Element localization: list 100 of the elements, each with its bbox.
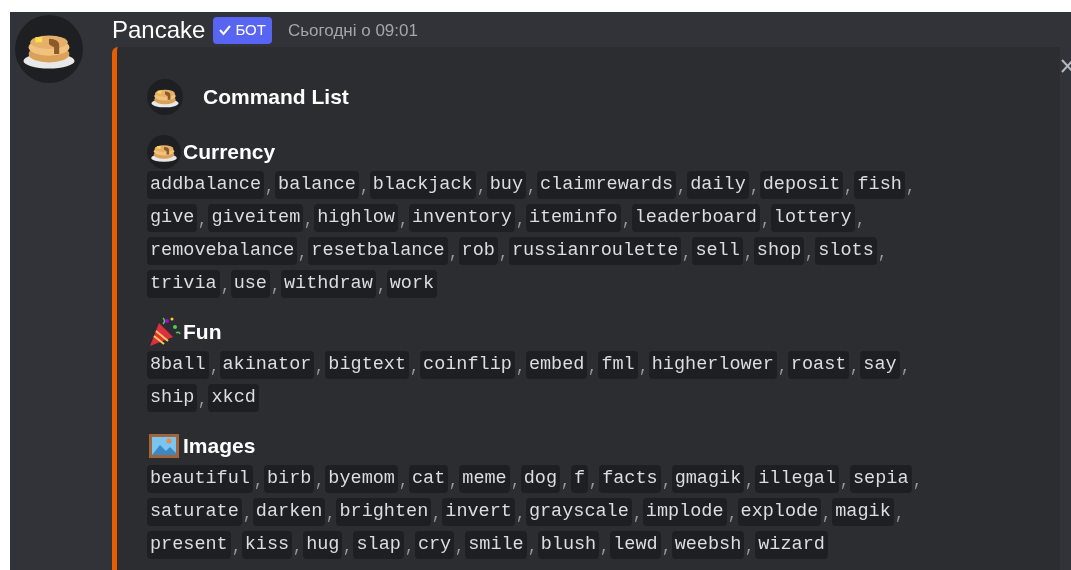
- comma-separator-icon: [400, 482, 404, 489]
- comma-separator-icon: [846, 188, 850, 195]
- comma-separator-icon: [406, 548, 410, 555]
- command-code: inventory: [408, 204, 515, 232]
- author-name[interactable]: Pancake: [112, 18, 206, 43]
- comma-separator-icon: [684, 254, 688, 261]
- comma-separator-icon: [517, 221, 521, 228]
- bot-badge: БОТ: [213, 17, 272, 44]
- command-code: iteminfo: [525, 204, 621, 232]
- comma-separator-icon: [412, 368, 416, 375]
- comma-separator-icon: [902, 368, 906, 375]
- comma-separator-icon: [591, 482, 595, 489]
- command-code: buy: [486, 171, 526, 199]
- comma-separator-icon: [211, 368, 215, 375]
- pancake-icon: [147, 134, 181, 169]
- comma-separator-icon: [879, 254, 883, 261]
- command-code: leaderboard: [631, 204, 760, 232]
- comma-separator-icon: [300, 254, 304, 261]
- comma-separator-icon: [200, 401, 204, 408]
- command-code: slap: [353, 531, 404, 559]
- command-code: highlow: [314, 204, 398, 232]
- comma-separator-icon: [747, 548, 751, 555]
- timestamp: Сьогодні о 09:01: [287, 19, 418, 42]
- comma-separator-icon: [907, 188, 911, 195]
- comma-separator-icon: [914, 482, 918, 489]
- comma-separator-icon: [457, 548, 461, 555]
- comma-separator-icon: [450, 254, 454, 261]
- embed-author-icon: [147, 78, 183, 115]
- command-code: smile: [465, 531, 527, 559]
- command-code: wizard: [755, 531, 828, 559]
- command-code: blackjack: [369, 171, 476, 199]
- command-code: removebalance: [147, 237, 298, 265]
- comma-separator-icon: [842, 482, 845, 489]
- embed-title: Command List: [203, 83, 349, 110]
- command-code: addbalance: [147, 171, 265, 199]
- command-code: invert: [442, 498, 515, 526]
- command-code: withdraw: [280, 270, 376, 298]
- comma-separator-icon: [500, 254, 504, 261]
- command-code: daily: [687, 171, 749, 199]
- comma-separator-icon: [896, 515, 900, 522]
- command-code: shop: [753, 237, 805, 265]
- comma-separator-icon: [400, 221, 404, 228]
- command-code: sepia: [850, 465, 912, 493]
- comma-separator-icon: [729, 515, 733, 522]
- command-code: grayscale: [525, 498, 632, 526]
- comma-separator-icon: [745, 254, 749, 261]
- command-code: birb: [263, 465, 315, 493]
- command-code: beautiful: [147, 465, 253, 493]
- comma-separator-icon: [663, 548, 667, 555]
- command-code: cry: [414, 531, 455, 559]
- command-code: higherlower: [648, 351, 777, 379]
- command-code: xkcd: [208, 384, 259, 412]
- comma-separator-icon: [233, 548, 237, 555]
- category-title: Images: [183, 432, 256, 459]
- command-code: 8ball: [147, 351, 209, 379]
- command-code: give: [147, 204, 198, 232]
- command-code: dog: [520, 465, 560, 493]
- command-code: darken: [252, 498, 326, 526]
- command-code: resetbalance: [308, 237, 448, 265]
- comma-separator-icon: [328, 515, 332, 522]
- command-code: illegal: [755, 465, 839, 493]
- comma-separator-icon: [478, 188, 482, 195]
- comma-separator-icon: [529, 188, 532, 195]
- comma-separator-icon: [529, 548, 533, 555]
- command-code: slots: [815, 237, 877, 265]
- comma-separator-icon: [747, 482, 751, 489]
- command-code: cat: [408, 465, 449, 493]
- close-icon[interactable]: [1061, 59, 1071, 73]
- command-code: akinator: [219, 351, 315, 379]
- command-code: brighten: [336, 498, 432, 526]
- command-code: giveitem: [208, 204, 304, 232]
- checkmark-icon: [219, 24, 232, 37]
- command-code: magik: [832, 498, 894, 526]
- comma-separator-icon: [602, 548, 606, 555]
- comma-separator-icon: [762, 221, 766, 228]
- comma-separator-icon: [434, 515, 438, 522]
- command-code: coinflip: [420, 351, 515, 379]
- comma-separator-icon: [255, 482, 259, 489]
- comma-separator-icon: [623, 221, 627, 228]
- comma-separator-icon: [563, 482, 566, 489]
- comma-separator-icon: [517, 368, 521, 375]
- avatar: [15, 15, 83, 83]
- command-code: ship: [147, 384, 198, 412]
- comma-separator-icon: [267, 188, 271, 195]
- command-code: claimrewards: [537, 171, 677, 199]
- comma-separator-icon: [640, 368, 644, 375]
- comma-separator-icon: [306, 221, 310, 228]
- command-code: roast: [787, 351, 850, 379]
- command-code: saturate: [147, 498, 242, 526]
- comma-separator-icon: [807, 254, 811, 261]
- comma-separator-icon: [517, 515, 521, 522]
- command-code: facts: [599, 465, 661, 493]
- command-code: weebsh: [671, 531, 745, 559]
- command-code: bigtext: [325, 351, 410, 379]
- comma-separator-icon: [200, 221, 204, 228]
- command-code: use: [230, 270, 270, 298]
- comma-separator-icon: [512, 482, 516, 489]
- command-code: deposit: [759, 171, 844, 199]
- comma-separator-icon: [378, 287, 382, 294]
- command-code: balance: [275, 171, 359, 199]
